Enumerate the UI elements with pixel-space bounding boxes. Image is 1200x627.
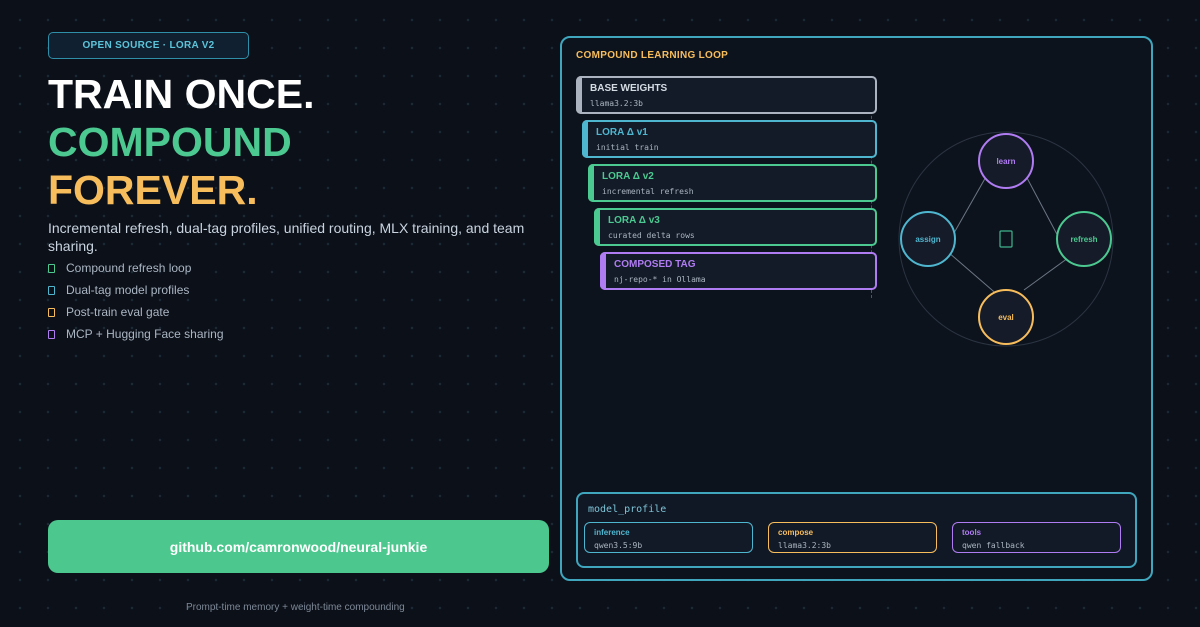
stack-card-accent — [594, 208, 600, 246]
feature-item: Compound refresh loop — [48, 257, 224, 279]
stack-card-subtitle: curated delta rows — [608, 231, 695, 240]
loop-node-refresh: refresh — [1056, 211, 1112, 267]
headline-line-1: TRAIN ONCE. — [48, 71, 315, 117]
feature-list: Compound refresh loop Dual-tag model pro… — [48, 257, 224, 345]
stack-card-title: LORA Δ v3 — [608, 215, 660, 226]
stack-card-accent — [588, 164, 594, 202]
compound-learning-panel: COMPOUND LEARNING LOOP BASE WEIGHTS llam… — [560, 36, 1153, 581]
stack-card-lora-v2: LORA Δ v2 incremental refresh — [588, 164, 877, 202]
profile-chip-key: inference — [594, 528, 630, 537]
stack-card-lora-v3: LORA Δ v3 curated delta rows — [594, 208, 877, 246]
feature-item: MCP + Hugging Face sharing — [48, 323, 224, 345]
checkbox-icon — [48, 263, 55, 273]
stack-card-subtitle: initial train — [596, 143, 659, 152]
checkbox-icon — [48, 307, 55, 317]
profile-chip-value: qwen3.5:9b — [594, 541, 643, 550]
profile-chip-value: llama3.2:3b — [778, 541, 831, 550]
checkbox-icon — [48, 329, 55, 339]
stack-card-title: LORA Δ v2 — [602, 171, 654, 182]
model-profile-box: model_profile inference qwen3.5:9b compo… — [576, 492, 1137, 568]
loop-node-assign: assign — [900, 211, 956, 267]
profile-chip-key: tools — [962, 528, 982, 537]
profile-chip-inference: inference qwen3.5:9b — [584, 522, 753, 553]
learning-loop-diagram: learn refresh eval assign — [898, 131, 1114, 347]
model-profile-title: model_profile — [588, 504, 667, 515]
loop-node-label: learn — [996, 157, 1015, 166]
loop-node-label: refresh — [1070, 235, 1097, 244]
headline-line-3: FOREVER. — [48, 167, 258, 213]
open-source-badge: OPEN SOURCE · LORA V2 — [48, 32, 249, 59]
panel-title: COMPOUND LEARNING LOOP — [576, 50, 729, 61]
loop-edge-assign-eval — [947, 251, 993, 291]
loop-node-label: eval — [998, 313, 1014, 322]
profile-chip-tools: tools qwen fallback — [952, 522, 1121, 553]
refresh-cycle-icon — [999, 230, 1013, 248]
feature-label: Post-train eval gate — [66, 305, 170, 319]
stack-card-title: LORA Δ v1 — [596, 127, 648, 138]
profile-chip-value: qwen fallback — [962, 541, 1025, 550]
headline: TRAIN ONCE. COMPOUND FOREVER. — [48, 70, 315, 214]
loop-node-learn: learn — [978, 133, 1034, 189]
profile-chip-key: compose — [778, 528, 814, 537]
stack-card-base-weights: BASE WEIGHTS llama3.2:3b — [576, 76, 877, 114]
description: Incremental refresh, dual-tag profiles, … — [48, 220, 525, 254]
headline-line-2: COMPOUND — [48, 119, 292, 165]
stack-card-title: COMPOSED TAG — [614, 259, 696, 270]
stack-card-subtitle: incremental refresh — [602, 187, 694, 196]
stack-card-accent — [600, 252, 606, 290]
feature-label: Compound refresh loop — [66, 261, 192, 275]
feature-item: Post-train eval gate — [48, 301, 224, 323]
stack-card-accent — [582, 120, 588, 158]
stack-card-lora-v1: LORA Δ v1 initial train — [582, 120, 877, 158]
stack-card-subtitle: llama3.2:3b — [590, 99, 643, 108]
loop-node-eval: eval — [978, 289, 1034, 345]
loop-node-label: assign — [915, 235, 940, 244]
stack-card-title: BASE WEIGHTS — [590, 83, 668, 94]
stack-card-accent — [576, 76, 582, 114]
footer-tagline: Prompt-time memory + weight-time compoun… — [186, 602, 405, 613]
feature-label: Dual-tag model profiles — [66, 283, 190, 297]
checkbox-icon — [48, 285, 55, 295]
feature-item: Dual-tag model profiles — [48, 279, 224, 301]
profile-chip-compose: compose llama3.2:3b — [768, 522, 937, 553]
stack-card-composed-tag: COMPOSED TAG nj-repo-* in Ollama — [600, 252, 877, 290]
github-link-button[interactable]: github.com/camronwood/neural-junkie — [48, 520, 549, 573]
stack-card-subtitle: nj-repo-* in Ollama — [614, 275, 706, 284]
feature-label: MCP + Hugging Face sharing — [66, 327, 224, 341]
